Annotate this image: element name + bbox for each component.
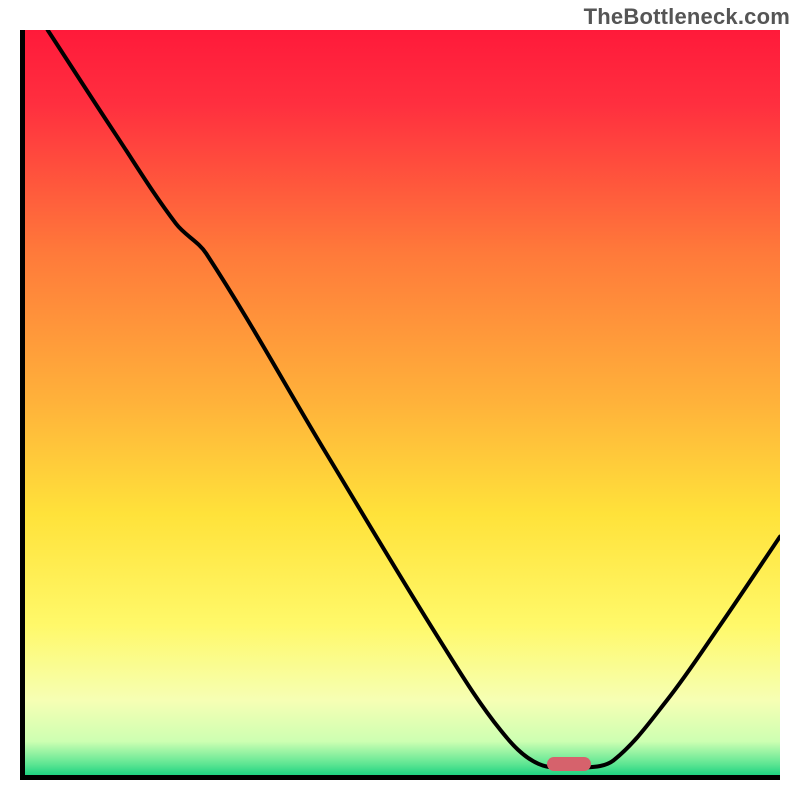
optimal-marker	[547, 757, 591, 771]
watermark-text: TheBottleneck.com	[584, 4, 790, 30]
axes-frame	[20, 30, 780, 780]
bottleneck-curve	[25, 30, 780, 775]
chart-container: TheBottleneck.com	[0, 0, 800, 800]
plot-area	[25, 30, 780, 775]
